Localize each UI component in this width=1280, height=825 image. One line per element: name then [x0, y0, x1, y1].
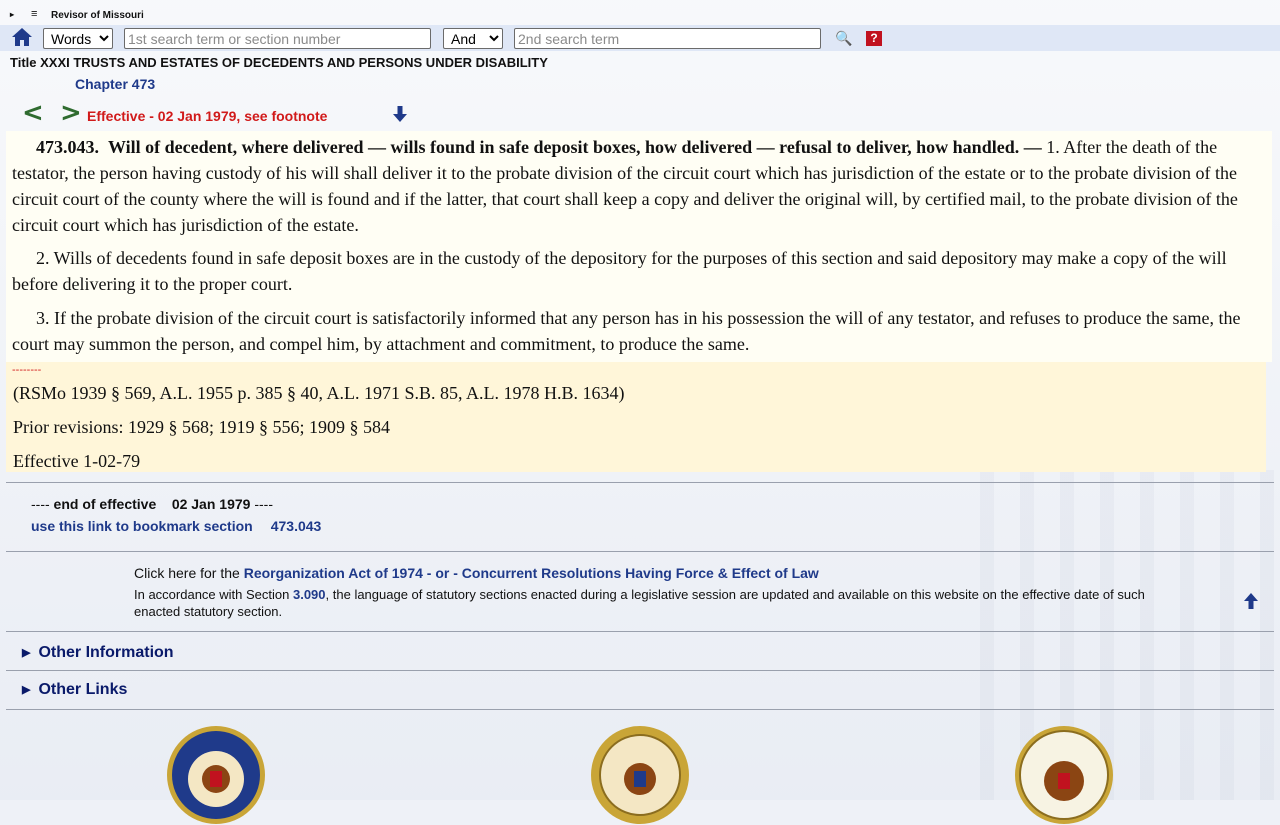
title-heading: Title XXXI TRUSTS AND ESTATES OF DECEDEN… — [10, 55, 548, 70]
bookmark-link[interactable]: use this link to bookmark section 473.043 — [31, 518, 321, 534]
history-box: -------- (RSMo 1939 § 569, A.L. 1955 p. … — [6, 362, 1266, 472]
bookmark-text[interactable]: use this link to bookmark section — [31, 518, 253, 534]
notice-line-1: Click here for the Reorganization Act of… — [134, 565, 1164, 581]
history-divider: -------- — [12, 364, 42, 376]
second-search-term-input[interactable] — [514, 28, 821, 49]
help-icon[interactable]: ? — [866, 31, 882, 46]
reorganization-act-link[interactable]: Reorganization Act of 1974 - or - Concur… — [244, 565, 819, 581]
reorganization-notice: Click here for the Reorganization Act of… — [134, 565, 1164, 620]
effective-date-link[interactable]: Effective - 02 Jan 1979, see footnote — [87, 108, 327, 124]
section-paragraph-3: 3. If the probate division of the circui… — [12, 308, 1241, 354]
top-bar: ▸ ≡ Revisor of Missouri — [0, 8, 1280, 24]
divider — [6, 551, 1274, 552]
section-content: 473.043. Will of decedent, where deliver… — [6, 131, 1272, 362]
triangle-right-icon: ▶ — [22, 647, 31, 659]
divider — [6, 709, 1274, 710]
end-prefix: ---- — [31, 496, 54, 512]
other-information-label[interactable]: Other Information — [38, 644, 173, 661]
history-citation: (RSMo 1939 § 569, A.L. 1955 p. 385 § 40,… — [13, 383, 625, 403]
prior-revisions: Prior revisions: 1929 § 568; 1919 § 556;… — [13, 417, 390, 437]
search-icon[interactable]: 🔍 — [835, 30, 852, 47]
first-search-term-input[interactable] — [124, 28, 431, 49]
end-label: end of effective — [53, 496, 157, 512]
chapter-link[interactable]: Chapter 473 — [75, 76, 155, 92]
next-section-button[interactable]: > — [60, 100, 82, 126]
other-links-label[interactable]: Other Links — [38, 681, 127, 698]
great-seal-of-missouri[interactable] — [590, 725, 690, 825]
search-operator-select[interactable]: And — [443, 28, 503, 49]
other-information-toggle[interactable]: ▶ Other Information — [22, 644, 174, 662]
divider — [6, 631, 1274, 632]
notice-prefix: Click here for the — [134, 565, 244, 581]
end-suffix: ---- — [250, 496, 273, 512]
search-mode-select[interactable]: Words — [43, 28, 113, 49]
menu-icon[interactable]: ≡ — [31, 8, 37, 20]
end-date: 02 Jan 1979 — [171, 496, 251, 512]
home-icon[interactable] — [11, 27, 33, 47]
previous-section-button[interactable]: < — [22, 100, 44, 126]
section-paragraph-1: 473.043. Will of decedent, where deliver… — [6, 134, 1270, 238]
triangle-right-icon: ▶ — [22, 684, 31, 696]
arrow-down-icon[interactable] — [391, 105, 409, 123]
section-heading: Will of decedent, where delivered — will… — [108, 137, 1042, 157]
divider — [6, 482, 1274, 483]
site-brand[interactable]: Revisor of Missouri — [51, 10, 144, 21]
divider — [6, 670, 1274, 671]
arrow-up-icon[interactable] — [1242, 592, 1260, 610]
bookmark-section-number[interactable]: 473.043 — [271, 518, 322, 534]
missouri-house-seal[interactable] — [1014, 725, 1114, 825]
search-bar: Words And 🔍 ? — [0, 25, 1280, 51]
notice-line-2: In accordance with Section 3.090, the la… — [134, 586, 1164, 620]
missouri-senate-seal[interactable] — [166, 725, 266, 825]
other-links-toggle[interactable]: ▶ Other Links — [22, 681, 127, 699]
section-number: 473.043. — [36, 137, 99, 157]
effective-note: Effective 1-02-79 — [13, 451, 141, 471]
section-3-090-link[interactable]: 3.090 — [293, 587, 326, 602]
expand-icon[interactable]: ▸ — [10, 10, 14, 19]
section-paragraph-2: 2. Wills of decedents found in safe depo… — [12, 248, 1227, 294]
notice-line-2-prefix: In accordance with Section — [134, 587, 293, 602]
end-of-effective: ---- end of effective 02 Jan 1979 ---- — [31, 496, 273, 512]
